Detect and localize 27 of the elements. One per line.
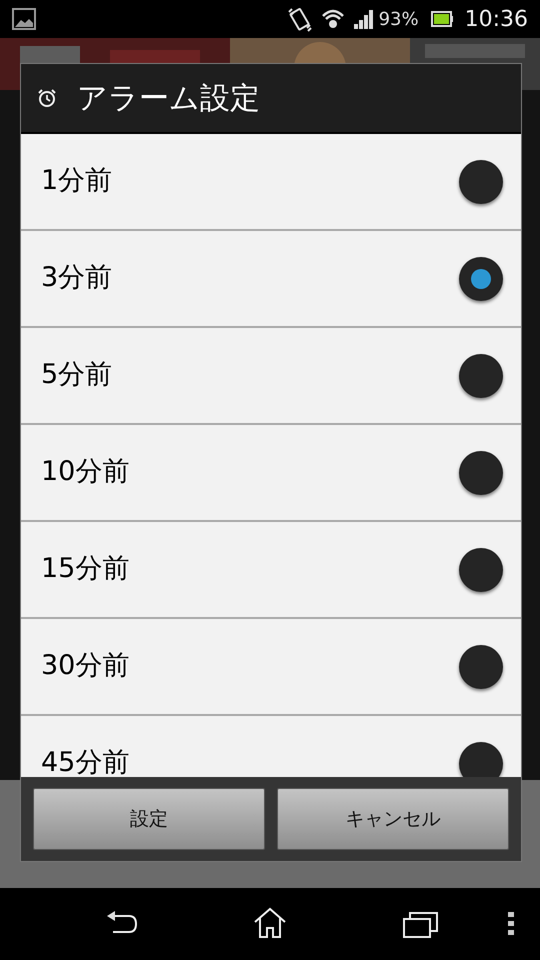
alarm-option[interactable]: 30分前 (21, 619, 521, 716)
recent-apps-icon[interactable] (403, 910, 439, 938)
dialog-button[interactable]: 設定 (33, 788, 265, 850)
battery-percentage: 93% (378, 8, 419, 32)
menu-icon[interactable] (507, 911, 515, 937)
dialog-title: アラーム設定 (77, 80, 260, 118)
radio-button[interactable] (459, 256, 503, 300)
wifi-icon (320, 8, 345, 30)
vibrate-icon (286, 6, 313, 32)
radio-button[interactable] (459, 644, 503, 688)
battery-icon (430, 11, 453, 27)
radio-button[interactable] (459, 354, 503, 398)
radio-button[interactable] (459, 548, 503, 592)
alarm-clock-icon (37, 88, 57, 108)
image-icon (12, 8, 36, 30)
alarm-option[interactable]: 10分前 (21, 425, 521, 522)
alarm-option[interactable]: 1分前 (21, 134, 521, 231)
radio-button[interactable] (459, 160, 503, 204)
home-icon[interactable] (253, 907, 287, 939)
dialog-button[interactable]: キャンセル (277, 788, 509, 850)
alarm-option[interactable]: 5分前 (21, 328, 521, 425)
alarm-option[interactable]: 3分前 (21, 231, 521, 328)
radio-button[interactable] (459, 450, 503, 494)
signal-icon (352, 8, 375, 30)
clock: 10:36 (464, 6, 528, 34)
radio-button[interactable] (459, 742, 503, 777)
alarm-option[interactable]: 15分前 (21, 522, 521, 619)
